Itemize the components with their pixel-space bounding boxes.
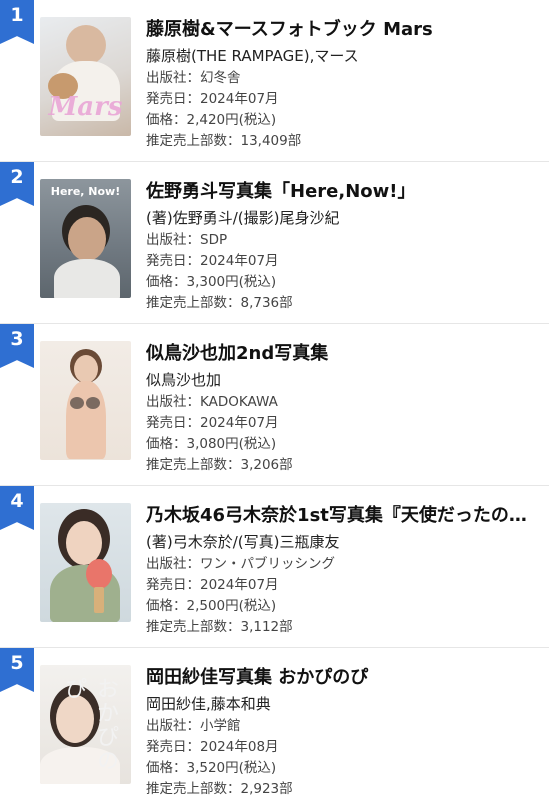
book-author[interactable]: (著)佐野勇斗/(撮影)尾身沙紀 (146, 208, 541, 228)
price: 価格：2,500円(税込) (146, 598, 277, 614)
book-author[interactable]: 岡田紗佳,藤本和典 (146, 694, 541, 714)
book-title[interactable]: 乃木坂46弓木奈於1st写真集『天使だったのか』 (146, 504, 541, 528)
book-cover[interactable]: Mars (40, 17, 131, 136)
release-date: 発売日：2024年07月 (146, 415, 279, 431)
release-date: 発売日：2024年07月 (146, 253, 279, 269)
cover-title: おかぴのぴ (61, 677, 118, 773)
price: 価格：3,080円(税込) (146, 436, 277, 452)
publisher: 出版社：幻冬舎 (146, 70, 241, 86)
list-item[interactable]: 1 Mars 藤原樹&マースフォトブック Mars 藤原樹(THE RAMPAG… (0, 0, 549, 162)
sales-estimate: 推定売上部数：3,112部 (146, 619, 293, 635)
list-item[interactable]: 3 似鳥沙也加2nd写真集 似鳥沙也加 出版社：KADOKAWA 発売日：202… (0, 324, 549, 486)
rank-badge: 4 (0, 486, 34, 530)
book-cover[interactable]: Here, Now! (40, 179, 131, 298)
cover-title: Mars (48, 92, 123, 122)
list-item[interactable]: 4 乃木坂46弓木奈於1st写真集『天使だったのか』 (著)弓木奈於/(写真)三… (0, 486, 549, 648)
book-author[interactable]: 藤原樹(THE RAMPAGE),マース (146, 46, 541, 66)
book-author[interactable]: 似鳥沙也加 (146, 370, 541, 390)
sales-estimate: 推定売上部数：3,206部 (146, 457, 293, 473)
release-date: 発売日：2024年07月 (146, 91, 279, 107)
list-item[interactable]: 2 Here, Now! 佐野勇斗写真集「Here,Now!」 (著)佐野勇斗/… (0, 162, 549, 324)
publisher: 出版社：KADOKAWA (146, 394, 278, 410)
list-item[interactable]: 5 おかぴのぴ 岡田紗佳写真集 おかぴのぴ 岡田紗佳,藤本和典 出版社：小学館 … (0, 648, 549, 810)
release-date: 発売日：2024年08月 (146, 739, 279, 755)
publisher: 出版社：ワン・パブリッシング (146, 556, 335, 572)
book-cover[interactable] (40, 503, 131, 622)
sales-estimate: 推定売上部数：8,736部 (146, 295, 293, 311)
price: 価格：3,520円(税込) (146, 760, 277, 776)
cover-title: Here, Now! (50, 185, 121, 198)
book-title[interactable]: 似鳥沙也加2nd写真集 (146, 342, 541, 366)
book-cover[interactable]: おかぴのぴ (40, 665, 131, 784)
publisher: 出版社：小学館 (146, 718, 241, 734)
book-title[interactable]: 佐野勇斗写真集「Here,Now!」 (146, 180, 541, 204)
book-cover[interactable] (40, 341, 131, 460)
book-title[interactable]: 岡田紗佳写真集 おかぴのぴ (146, 666, 541, 690)
release-date: 発売日：2024年07月 (146, 577, 279, 593)
sales-estimate: 推定売上部数：13,409部 (146, 133, 302, 149)
rank-badge: 5 (0, 648, 34, 692)
rank-badge: 2 (0, 162, 34, 206)
publisher: 出版社：SDP (146, 232, 228, 248)
book-author[interactable]: (著)弓木奈於/(写真)三瓶康友 (146, 532, 541, 552)
price: 価格：2,420円(税込) (146, 112, 277, 128)
rank-badge: 1 (0, 0, 34, 44)
price: 価格：3,300円(税込) (146, 274, 277, 290)
book-title[interactable]: 藤原樹&マースフォトブック Mars (146, 18, 541, 42)
sales-estimate: 推定売上部数：2,923部 (146, 781, 293, 797)
ranking-list: 1 Mars 藤原樹&マースフォトブック Mars 藤原樹(THE RAMPAG… (0, 0, 549, 804)
rank-badge: 3 (0, 324, 34, 368)
